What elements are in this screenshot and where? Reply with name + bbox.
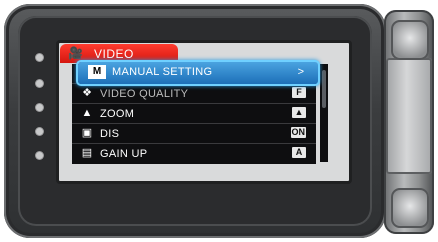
indicator-dot <box>36 104 43 111</box>
menu-list: ❖ VIDEO QUALITY F ▲ ZOOM ▲ ▣ DIS ON ▤ GA… <box>72 62 318 164</box>
menu-item-value: A <box>292 147 306 158</box>
menu-item-value: ON <box>290 127 306 138</box>
gain-up-icon: ▤ <box>81 147 93 159</box>
menu-item-label: DIS <box>100 128 120 140</box>
scrollbar-thumb[interactable] <box>322 70 326 108</box>
menu-item-label: ZOOM <box>100 108 135 120</box>
indicator-dot <box>36 152 43 159</box>
manual-icon: M <box>88 65 106 79</box>
menu-item-label: VIDEO QUALITY <box>100 88 189 100</box>
menu-item-label: GAIN UP <box>100 148 148 160</box>
movie-camera-icon: 🎥 <box>68 46 83 60</box>
chevron-right-icon: > <box>297 66 304 78</box>
indicator-dot <box>36 80 43 87</box>
menu-item-video-quality[interactable]: ❖ VIDEO QUALITY F <box>72 83 316 104</box>
scrollbar[interactable] <box>320 64 328 162</box>
zoom-icon: ▲ <box>81 107 93 119</box>
menu-tab-video[interactable]: 🎥 VIDEO <box>60 44 178 63</box>
menu-tab-label: VIDEO <box>94 47 134 61</box>
dis-icon: ▣ <box>81 127 93 139</box>
menu-item-manual-setting[interactable]: M MANUAL SETTING > <box>78 62 318 84</box>
hinge-cap-bottom <box>391 188 429 228</box>
menu-item-label: MANUAL SETTING <box>112 66 213 78</box>
hinge-panel <box>386 58 432 174</box>
menu-item-value: F <box>292 87 306 98</box>
menu-item-gain-up[interactable]: ▤ GAIN UP A <box>72 143 316 164</box>
menu-item-value: ▲ <box>292 107 306 118</box>
menu-item-zoom[interactable]: ▲ ZOOM ▲ <box>72 103 316 124</box>
hinge-cap-top <box>391 20 429 60</box>
menu-item-dis[interactable]: ▣ DIS ON <box>72 123 316 144</box>
video-quality-icon: ❖ <box>82 87 92 99</box>
indicator-dot <box>36 128 43 135</box>
indicator-dot <box>36 54 43 61</box>
